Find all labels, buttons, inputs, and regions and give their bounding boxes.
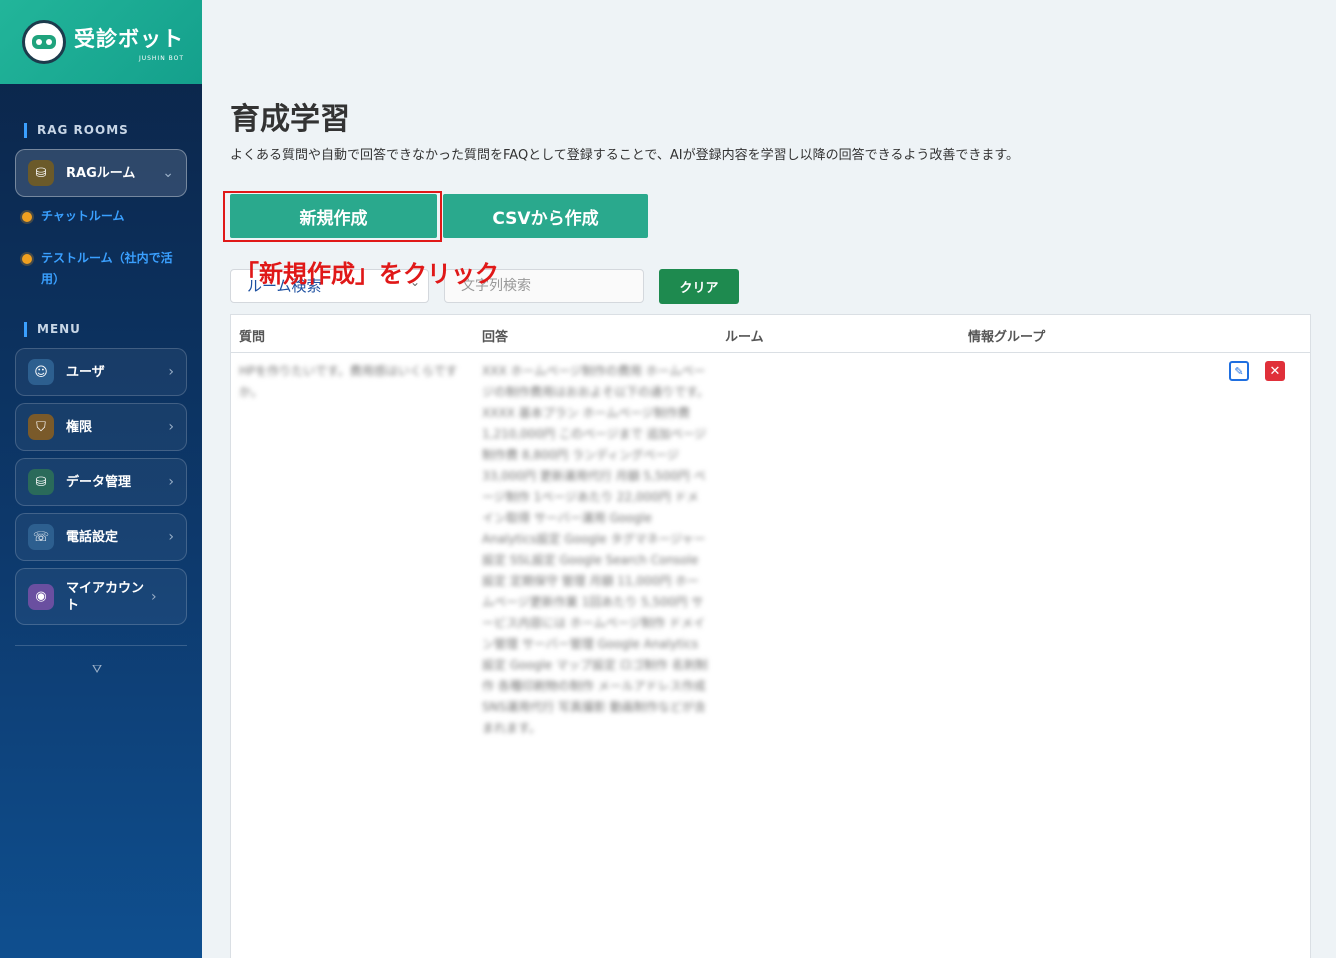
chevron-down-icon: ⌄ — [162, 165, 174, 181]
column-header-answer: 回答 — [482, 330, 509, 345]
sidebar: 受診ボット JUSHIN BOT RAG ROOMS ⛁ RAGルーム ⌄ チャ… — [0, 0, 202, 958]
column-header-info-group: 情報グループ — [968, 330, 1046, 345]
database-icon: ⛁ — [28, 469, 54, 495]
sidebar-item-users[interactable]: ☺ ユーザ › — [15, 348, 187, 396]
shield-icon: ⛉ — [28, 414, 54, 440]
chevron-right-icon: › — [168, 419, 174, 435]
brand-title: 受診ボット — [74, 26, 184, 51]
column-header-room: ルーム — [725, 330, 764, 345]
faq-table: 質問 回答 ルーム 情報グループ HPを作りたいです。費用感はいくらですか。 X… — [230, 314, 1311, 958]
status-dot-icon — [22, 254, 32, 264]
instruction-callout: 「新規作成」をクリック — [235, 260, 499, 288]
clear-button[interactable]: クリア — [659, 269, 739, 304]
page-title: 育成学習 — [230, 102, 350, 137]
menu-section-label: MENU — [24, 322, 81, 337]
sidebar-item-my-account[interactable]: ◉ マイアカウント › — [15, 568, 187, 625]
status-dot-icon — [22, 212, 32, 222]
chevron-right-icon: › — [168, 474, 174, 490]
answer-cell: XXX ホームページ制作の費用 ホームページの制作費用はおおよそ以下の通りです。… — [482, 364, 709, 735]
table-header: 質問 回答 ルーム 情報グループ — [231, 315, 1310, 353]
collapse-sidebar-icon[interactable]: ⛛ — [92, 662, 102, 677]
sidebar-item-phone-settings[interactable]: ☏ 電話設定 › — [15, 513, 187, 561]
column-header-question: 質問 — [239, 330, 266, 345]
chevron-right-icon: › — [168, 529, 174, 545]
account-icon: ◉ — [28, 583, 54, 610]
brand-subtitle: JUSHIN BOT — [138, 54, 184, 62]
chevron-right-icon: › — [168, 364, 174, 380]
database-icon: ⛁ — [28, 160, 54, 186]
sidebar-item-rag-room[interactable]: ⛁ RAGルーム ⌄ — [15, 149, 187, 197]
sidebar-item-permissions[interactable]: ⛉ 権限 › — [15, 403, 187, 451]
main-content: 育成学習 よくある質問や自動で回答できなかった質問をFAQとして登録することで、… — [202, 0, 1336, 958]
robot-logo-icon — [22, 20, 66, 64]
edit-icon[interactable]: ✎ — [1229, 361, 1249, 381]
csv-create-button[interactable]: CSVから作成 — [443, 194, 648, 238]
user-icon: ☺ — [28, 359, 54, 385]
rag-rooms-section-label: RAG ROOMS — [24, 123, 129, 138]
sidebar-subitem-test-room[interactable]: テストルーム（社内で活用） — [22, 248, 182, 290]
delete-icon[interactable]: ✕ — [1265, 361, 1285, 381]
sidebar-item-data-management[interactable]: ⛁ データ管理 › — [15, 458, 187, 506]
brand-logo[interactable]: 受診ボット JUSHIN BOT — [0, 0, 202, 84]
chevron-right-icon: › — [151, 588, 157, 605]
question-cell: HPを作りたいです。費用感はいくらですか。 — [239, 364, 458, 399]
phone-icon: ☏ — [28, 524, 54, 550]
sidebar-subitem-chat-room[interactable]: チャットルーム — [22, 206, 125, 227]
page-description: よくある質問や自動で回答できなかった質問をFAQとして登録することで、AIが登録… — [230, 148, 1020, 163]
highlight-box — [223, 191, 442, 242]
sidebar-divider — [15, 645, 187, 646]
